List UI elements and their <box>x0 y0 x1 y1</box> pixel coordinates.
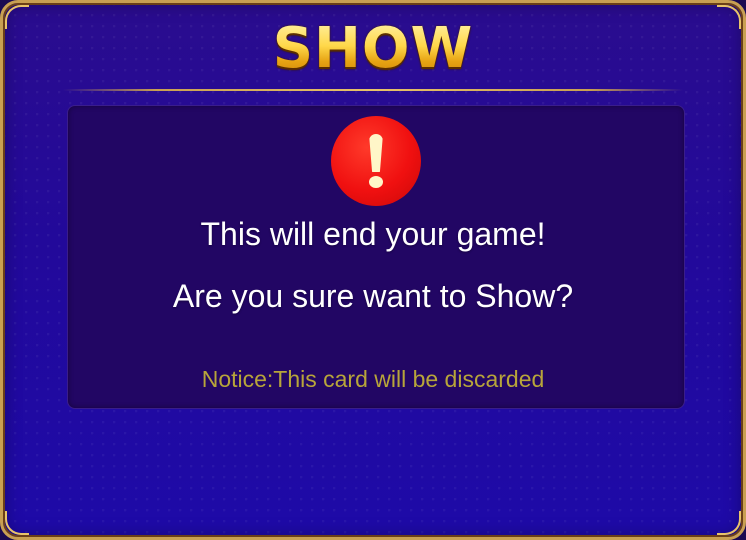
exclamation-bar <box>369 134 383 172</box>
warning-message: This will end your game! <box>200 216 546 252</box>
title-divider <box>63 89 683 91</box>
dialog-title: SHOW <box>3 17 743 81</box>
frame-corner-bottom-right <box>717 511 741 535</box>
frame-corner-bottom-left <box>5 511 29 535</box>
show-confirm-dialog: SHOW This will end your game! Are you su… <box>0 0 746 540</box>
discard-notice: Notice:This card will be discarded <box>201 366 545 392</box>
exclamation-dot <box>369 176 383 188</box>
confirm-question: Are you sure want to Show? <box>172 278 574 314</box>
exclamation-icon <box>331 116 421 206</box>
